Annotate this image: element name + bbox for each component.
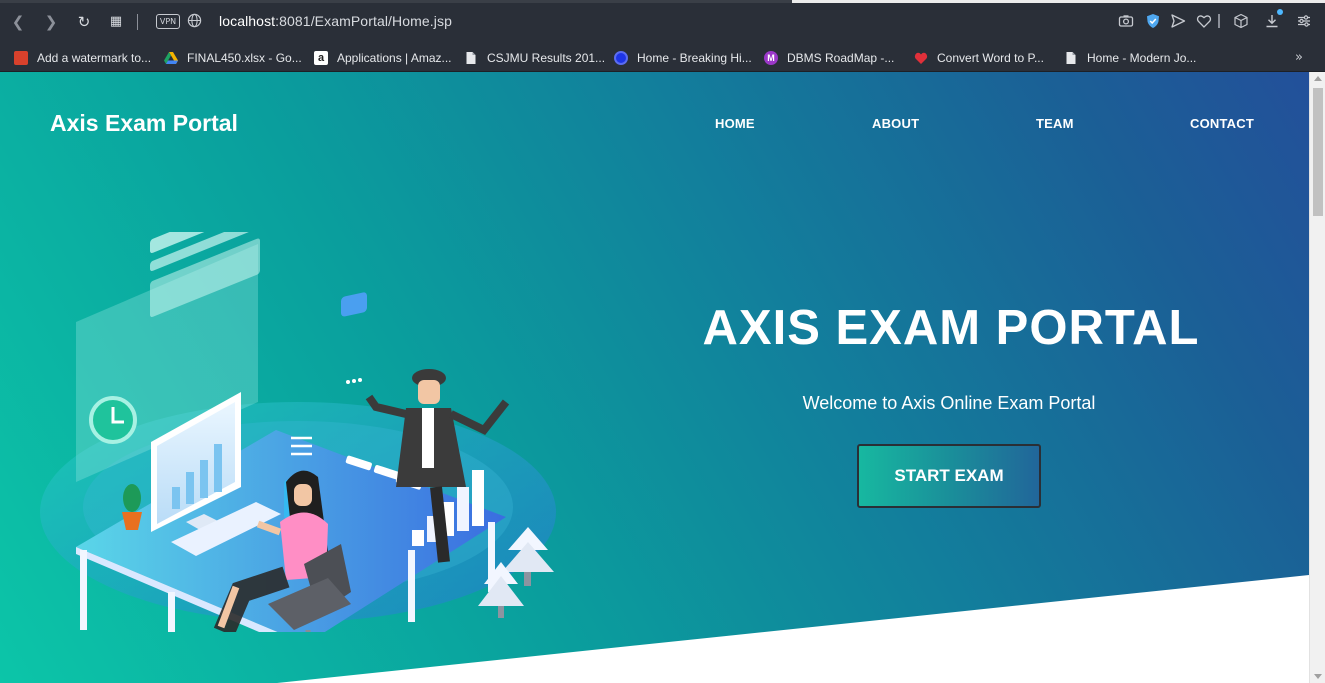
- toolbar-separator: [137, 14, 138, 30]
- scroll-up-arrow-icon[interactable]: [1314, 76, 1322, 81]
- back-icon[interactable]: ❮: [8, 12, 28, 32]
- bookmark-label: Home - Breaking Hi...: [637, 51, 752, 65]
- bookmark-item[interactable]: a Applications | Amaz...: [314, 48, 452, 68]
- bookmark-label: Add a watermark to...: [37, 51, 152, 65]
- hero-subtitle: Welcome to Axis Online Exam Portal: [802, 393, 1096, 413]
- heart-icon[interactable]: [1194, 11, 1214, 31]
- vpn-badge[interactable]: VPN: [156, 14, 180, 29]
- page-icon: [466, 52, 476, 64]
- globe-badge-icon: [614, 51, 628, 65]
- url-path: :8081/ExamPortal/Home.jsp: [275, 13, 452, 29]
- bookmark-label: Home - Modern Jo...: [1087, 51, 1197, 65]
- hero-title: AXIS EXAM PORTAL: [702, 301, 1200, 355]
- scroll-down-arrow-icon[interactable]: [1314, 674, 1322, 679]
- bookmark-item[interactable]: Home - Breaking Hi...: [614, 48, 752, 68]
- google-drive-icon: [164, 52, 178, 64]
- url-host: localhost: [219, 13, 276, 29]
- bookmark-item[interactable]: CSJMU Results 201...: [464, 48, 605, 68]
- heart-icon: [914, 52, 928, 64]
- workspace-illustration: [40, 232, 556, 632]
- more-bookmarks-icon[interactable]: »: [1295, 50, 1303, 65]
- nav-about[interactable]: ABOUT: [872, 116, 919, 131]
- bookmark-label: Applications | Amaz...: [337, 51, 452, 65]
- toolbar-separator: [1218, 14, 1220, 28]
- brand-logo[interactable]: Axis Exam Portal: [50, 110, 238, 137]
- browser-toolbar: ❮ ❯ ↻ ▦ VPN localhost:8081/ExamPortal/Ho…: [0, 0, 1325, 44]
- bookmark-item[interactable]: Home - Modern Jo...: [1064, 48, 1196, 68]
- download-icon[interactable]: [1262, 9, 1283, 31]
- pdf24-icon: [14, 51, 28, 65]
- bookmark-item[interactable]: FINAL450.xlsx - Go...: [164, 48, 302, 68]
- forward-icon[interactable]: ❯: [41, 12, 61, 32]
- page-viewport: Axis Exam Portal HOME ABOUT TEAM CONTACT: [0, 72, 1309, 683]
- bookmark-item[interactable]: M DBMS RoadMap -...: [764, 48, 894, 68]
- bookmark-label: DBMS RoadMap -...: [787, 51, 895, 65]
- m-badge-icon: M: [764, 51, 778, 65]
- page-scrollbar[interactable]: [1309, 72, 1325, 683]
- download-indicator-dot: [1277, 9, 1283, 15]
- bookmark-label: FINAL450.xlsx - Go...: [187, 51, 302, 65]
- nav-team[interactable]: TEAM: [1036, 116, 1074, 131]
- scrollbar-thumb[interactable]: [1313, 88, 1323, 216]
- settings-sliders-icon[interactable]: [1294, 11, 1314, 31]
- bookmark-label: Convert Word to P...: [937, 51, 1044, 65]
- cube-icon[interactable]: [1231, 11, 1251, 31]
- bookmark-item[interactable]: Convert Word to P...: [914, 48, 1044, 68]
- reload-icon[interactable]: ↻: [74, 12, 94, 32]
- site-info-globe-icon[interactable]: [187, 13, 202, 28]
- bookmark-label: CSJMU Results 201...: [487, 51, 606, 65]
- address-bar[interactable]: localhost:8081/ExamPortal/Home.jsp: [219, 13, 452, 29]
- tabs-grid-icon[interactable]: ▦: [106, 12, 126, 32]
- bookmarks-bar: Add a watermark to... FINAL450.xlsx - Go…: [0, 44, 1325, 72]
- start-exam-button[interactable]: START EXAM: [857, 444, 1041, 508]
- amazon-icon: a: [314, 51, 328, 65]
- nav-home[interactable]: HOME: [715, 116, 755, 131]
- shield-icon[interactable]: [1143, 11, 1163, 31]
- bookmark-item[interactable]: Add a watermark to...: [14, 48, 151, 68]
- tab-strip-accent: [0, 0, 1325, 3]
- page-icon: [1066, 52, 1076, 64]
- send-icon[interactable]: [1168, 11, 1188, 31]
- nav-contact[interactable]: CONTACT: [1190, 116, 1254, 131]
- camera-icon[interactable]: [1116, 11, 1136, 31]
